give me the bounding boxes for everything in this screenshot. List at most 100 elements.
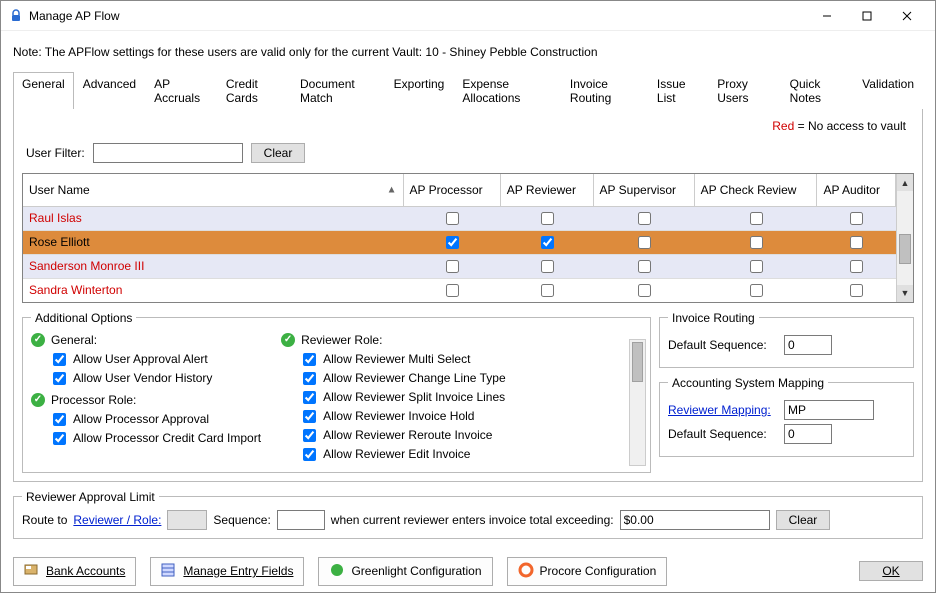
option-checkbox[interactable] bbox=[303, 353, 316, 366]
role-checkbox[interactable] bbox=[850, 212, 863, 225]
tab-validation[interactable]: Validation bbox=[853, 72, 923, 109]
cell-user-name: Raul Islas bbox=[23, 206, 403, 230]
role-checkbox[interactable] bbox=[750, 236, 763, 249]
role-checkbox[interactable] bbox=[541, 236, 554, 249]
cell-user-name: Rose Elliott bbox=[23, 230, 403, 254]
col-ap-auditor[interactable]: AP Auditor bbox=[817, 174, 896, 206]
maximize-button[interactable] bbox=[847, 1, 887, 31]
user-filter-input[interactable] bbox=[93, 143, 243, 163]
table-row[interactable]: Raul Islas bbox=[23, 206, 896, 230]
ral-seq-label: Sequence: bbox=[213, 513, 270, 527]
lower-panels: Additional Options ✓General: Allow User … bbox=[22, 311, 914, 473]
role-checkbox[interactable] bbox=[750, 260, 763, 273]
tab-exporting[interactable]: Exporting bbox=[385, 72, 454, 109]
scroll-thumb[interactable] bbox=[899, 234, 911, 264]
option-checkbox[interactable] bbox=[53, 413, 66, 426]
col-user-name[interactable]: User Name▲ bbox=[23, 174, 403, 206]
greenlight-config-button[interactable]: Greenlight Configuration bbox=[318, 557, 492, 586]
ral-role-link[interactable]: Reviewer / Role: bbox=[73, 513, 161, 527]
additional-options-group: Additional Options ✓General: Allow User … bbox=[22, 311, 651, 473]
option-checkbox[interactable] bbox=[53, 372, 66, 385]
role-checkbox[interactable] bbox=[750, 212, 763, 225]
minimize-button[interactable] bbox=[807, 1, 847, 31]
option-label: Allow Reviewer Edit Invoice bbox=[323, 447, 470, 461]
role-checkbox[interactable] bbox=[446, 260, 459, 273]
procore-config-button[interactable]: Procore Configuration bbox=[507, 557, 668, 586]
option-row: Allow Reviewer Change Line Type bbox=[299, 369, 506, 388]
general-heading: ✓General: bbox=[31, 333, 261, 347]
cell-check bbox=[694, 206, 817, 230]
ir-seq-input[interactable] bbox=[784, 335, 832, 355]
role-checkbox[interactable] bbox=[446, 236, 459, 249]
invoice-routing-group: Invoice Routing Default Sequence: bbox=[659, 311, 914, 368]
table-row[interactable]: Sandra Winterton bbox=[23, 278, 896, 302]
bank-accounts-button[interactable]: Bank Accounts bbox=[13, 557, 136, 586]
manage-entry-fields-button[interactable]: Manage Entry Fields bbox=[150, 557, 304, 586]
col-ap-processor[interactable]: AP Processor bbox=[403, 174, 500, 206]
option-row: Allow Reviewer Invoice Hold bbox=[299, 407, 506, 426]
reviewer-mapping-input[interactable] bbox=[784, 400, 874, 420]
role-checkbox[interactable] bbox=[541, 284, 554, 297]
col-ap-reviewer[interactable]: AP Reviewer bbox=[500, 174, 593, 206]
addopts-vscrollbar[interactable] bbox=[629, 339, 646, 466]
role-checkbox[interactable] bbox=[850, 236, 863, 249]
cell-check bbox=[694, 254, 817, 278]
tab-general[interactable]: General bbox=[13, 72, 74, 109]
addopts-scroll-thumb[interactable] bbox=[632, 342, 643, 382]
role-checkbox[interactable] bbox=[638, 236, 651, 249]
ral-seq-input[interactable] bbox=[277, 510, 325, 530]
role-checkbox[interactable] bbox=[446, 284, 459, 297]
option-checkbox[interactable] bbox=[303, 410, 316, 423]
option-checkbox[interactable] bbox=[53, 432, 66, 445]
invoice-routing-legend: Invoice Routing bbox=[668, 311, 759, 325]
option-checkbox[interactable] bbox=[303, 429, 316, 442]
tab-document-match[interactable]: Document Match bbox=[291, 72, 385, 109]
ral-clear-button[interactable]: Clear bbox=[776, 510, 831, 530]
cell-check bbox=[593, 278, 694, 302]
ok-button[interactable]: OK bbox=[859, 561, 923, 581]
col-ap-supervisor[interactable]: AP Supervisor bbox=[593, 174, 694, 206]
role-checkbox[interactable] bbox=[638, 260, 651, 273]
tab-credit-cards[interactable]: Credit Cards bbox=[217, 72, 291, 109]
option-row: Allow User Vendor History bbox=[49, 369, 261, 388]
col-ap-check-review[interactable]: AP Check Review bbox=[694, 174, 817, 206]
role-checkbox[interactable] bbox=[750, 284, 763, 297]
tab-ap-accruals[interactable]: AP Accruals bbox=[145, 72, 217, 109]
am-seq-input[interactable] bbox=[784, 424, 832, 444]
role-checkbox[interactable] bbox=[541, 260, 554, 273]
option-checkbox[interactable] bbox=[53, 353, 66, 366]
cell-check bbox=[593, 254, 694, 278]
tab-quick-notes[interactable]: Quick Notes bbox=[781, 72, 854, 109]
tab-issue-list[interactable]: Issue List bbox=[648, 72, 708, 109]
role-checkbox[interactable] bbox=[541, 212, 554, 225]
tab-invoice-routing[interactable]: Invoice Routing bbox=[561, 72, 648, 109]
table-row[interactable]: Sanderson Monroe III bbox=[23, 254, 896, 278]
cell-check bbox=[403, 206, 500, 230]
user-filter-clear-button[interactable]: Clear bbox=[251, 143, 306, 163]
close-button[interactable] bbox=[887, 1, 927, 31]
scroll-up-arrow[interactable]: ▲ bbox=[897, 174, 913, 191]
cell-check bbox=[500, 278, 593, 302]
window: Manage AP Flow Note: The APFlow settings… bbox=[0, 0, 936, 593]
tab-advanced[interactable]: Advanced bbox=[74, 72, 145, 109]
cell-user-name: Sandra Winterton bbox=[23, 278, 403, 302]
option-checkbox[interactable] bbox=[303, 391, 316, 404]
role-checkbox[interactable] bbox=[638, 284, 651, 297]
option-checkbox[interactable] bbox=[303, 372, 316, 385]
scroll-down-arrow[interactable]: ▼ bbox=[897, 285, 913, 302]
option-checkbox[interactable] bbox=[303, 448, 316, 461]
reviewer-mapping-link[interactable]: Reviewer Mapping: bbox=[668, 403, 778, 417]
grid-vscrollbar[interactable]: ▲ ▼ bbox=[896, 174, 913, 302]
role-checkbox[interactable] bbox=[446, 212, 459, 225]
fields-icon bbox=[161, 562, 177, 581]
option-label: Allow Reviewer Split Invoice Lines bbox=[323, 390, 505, 404]
tab-expense-allocations[interactable]: Expense Allocations bbox=[453, 72, 561, 109]
role-checkbox[interactable] bbox=[638, 212, 651, 225]
tab-proxy-users[interactable]: Proxy Users bbox=[708, 72, 780, 109]
role-checkbox[interactable] bbox=[850, 284, 863, 297]
option-row: Allow Reviewer Multi Select bbox=[299, 350, 506, 369]
table-row[interactable]: Rose Elliott bbox=[23, 230, 896, 254]
ral-amount-input[interactable] bbox=[620, 510, 770, 530]
role-checkbox[interactable] bbox=[850, 260, 863, 273]
option-label: Allow User Approval Alert bbox=[73, 352, 208, 366]
